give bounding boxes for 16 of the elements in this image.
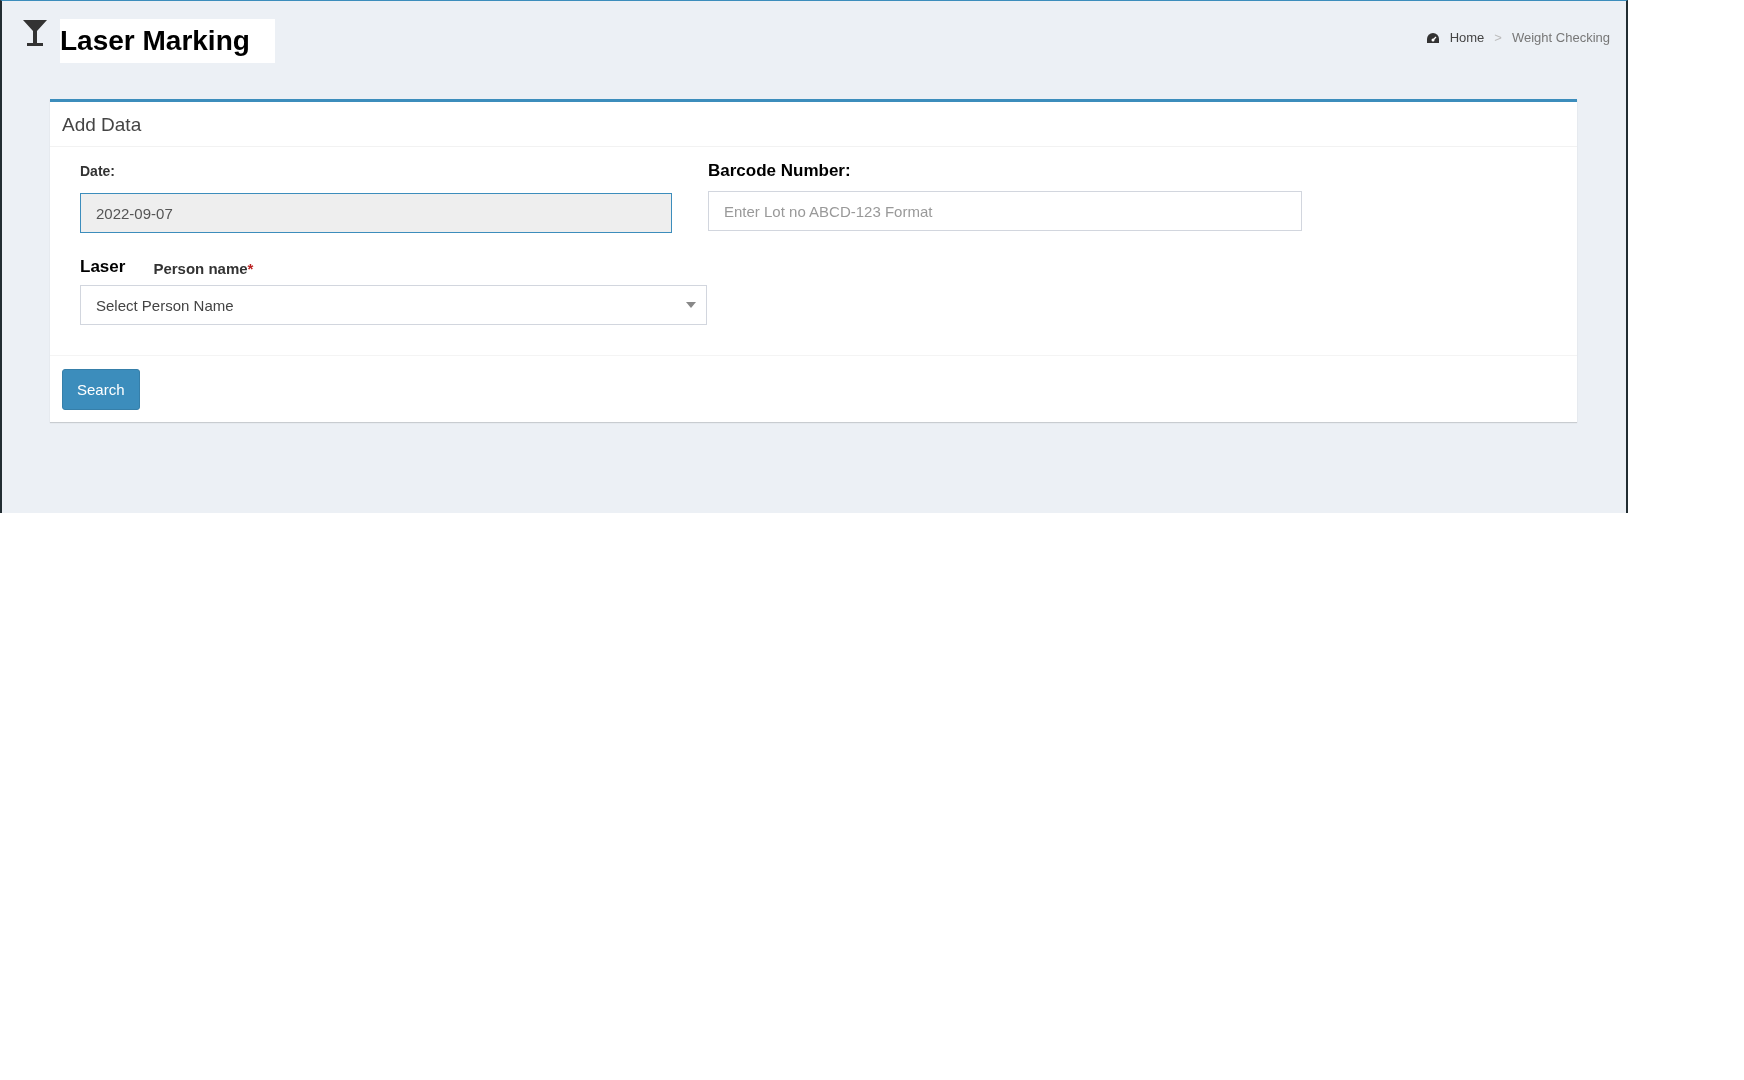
dashboard-gauge-icon bbox=[1425, 31, 1440, 44]
breadcrumb-separator: > bbox=[1494, 30, 1502, 45]
date-input[interactable]: 2022-09-07 bbox=[80, 193, 672, 233]
barcode-input[interactable]: Enter Lot no ABCD-123 Format bbox=[708, 191, 1302, 231]
person-select[interactable]: Select Person Name bbox=[80, 285, 707, 325]
laser-label: Laser bbox=[80, 257, 126, 277]
breadcrumb-link[interactable]: Home bbox=[1449, 30, 1485, 45]
card-title: Add Data bbox=[50, 102, 1577, 147]
barcode-label: Barcode Number: bbox=[708, 161, 852, 182]
page-title: Laser Marking bbox=[60, 19, 275, 63]
caret-icon bbox=[686, 302, 696, 308]
cocktail-glass-icon bbox=[22, 19, 48, 47]
date-label: Date: bbox=[80, 163, 116, 181]
search-button[interactable]: Search bbox=[62, 369, 140, 410]
person-name-label: Person name* bbox=[153, 260, 254, 277]
breadcrumb-current: Weight Checking bbox=[1511, 30, 1610, 45]
